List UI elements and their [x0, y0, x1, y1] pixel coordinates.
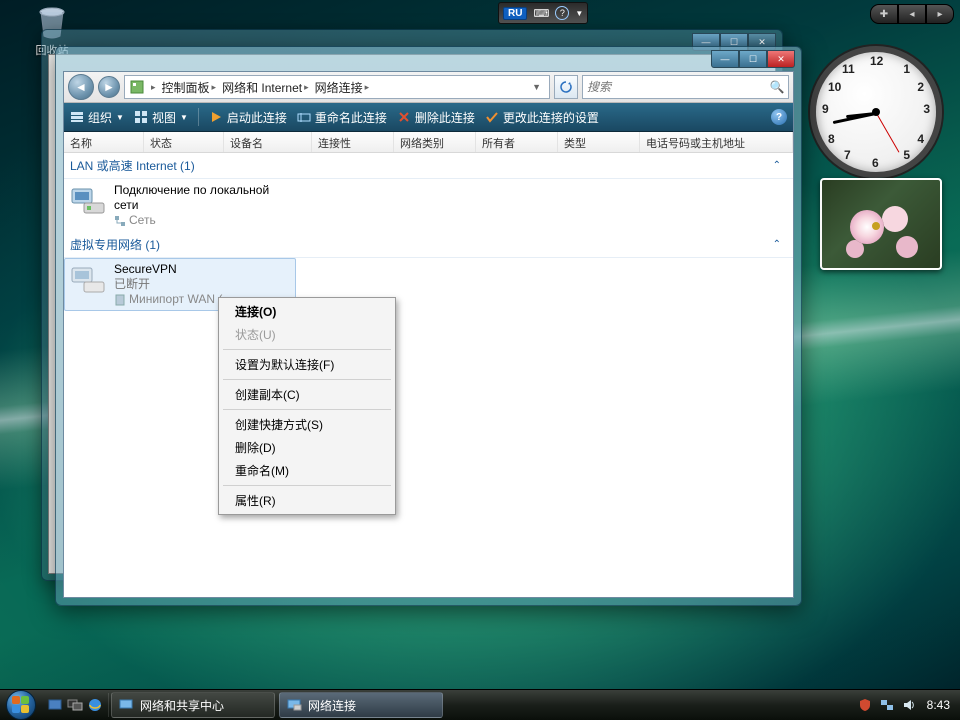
- tray-volume-icon[interactable]: [901, 697, 917, 713]
- column-connectivity[interactable]: 连接性: [312, 132, 394, 152]
- menu-properties[interactable]: 属性(R): [221, 489, 393, 512]
- delete-icon: [397, 110, 411, 124]
- column-owner[interactable]: 所有者: [476, 132, 558, 152]
- start-orb-icon: [6, 690, 36, 720]
- breadcrumb-seg[interactable]: 网络连接▸: [315, 79, 370, 96]
- network-center-icon: [118, 697, 134, 713]
- column-device[interactable]: 设备名: [224, 132, 312, 152]
- taskbar-item-sharing-center[interactable]: 网络和共享中心: [111, 692, 275, 718]
- search-box[interactable]: 🔍: [582, 75, 789, 99]
- menu-delete[interactable]: 删除(D): [221, 436, 393, 459]
- breadcrumb-bar[interactable]: ▸ 控制面板▸ 网络和 Internet▸ 网络连接▸ ▼: [124, 75, 550, 99]
- refresh-icon: [559, 80, 573, 94]
- tray-clock[interactable]: 8:43: [923, 698, 954, 712]
- menu-create-copy[interactable]: 创建副本(C): [221, 383, 393, 406]
- views-menu[interactable]: 视图▼: [134, 109, 188, 126]
- menu-create-shortcut[interactable]: 创建快捷方式(S): [221, 413, 393, 436]
- menu-status: 状态(U): [221, 323, 393, 346]
- breadcrumb-seg[interactable]: 网络和 Internet▸: [222, 79, 309, 96]
- show-desktop-button[interactable]: [46, 696, 64, 714]
- start-connection-button[interactable]: 启动此连接: [209, 109, 287, 126]
- delete-connection-button[interactable]: 删除此连接: [397, 109, 475, 126]
- language-code[interactable]: RU: [503, 7, 527, 20]
- rename-connection-button[interactable]: 重命名此连接: [297, 109, 387, 126]
- column-headers[interactable]: 名称 状态 设备名 连接性 网络类别 所有者 类型 电话号码或主机地址: [64, 132, 793, 153]
- connection-settings-button[interactable]: 更改此连接的设置: [485, 109, 599, 126]
- context-menu: 连接(O) 状态(U) 设置为默认连接(F) 创建副本(C) 创建快捷方式(S)…: [218, 297, 396, 515]
- search-icon[interactable]: 🔍: [766, 80, 788, 94]
- address-bar-row: ◄ ► ▸ 控制面板▸ 网络和 Internet▸ 网络连接▸ ▼ 🔍: [64, 72, 793, 103]
- ie-button[interactable]: [86, 696, 104, 714]
- group-header-lan[interactable]: LAN 或高速 Internet (1)⌃: [64, 153, 793, 179]
- keyboard-icon[interactable]: ⌨: [533, 7, 549, 20]
- search-input[interactable]: [583, 80, 766, 94]
- desktop: 回收站 RU ⌨ ? ▼ ✚ ◂ ▸ 12 3 6 9 1 2 4 5 7 8 …: [0, 0, 960, 720]
- close-button[interactable]: ✕: [767, 50, 795, 68]
- breadcrumb-seg[interactable]: 控制面板▸: [162, 79, 217, 96]
- collapse-icon[interactable]: ⌃: [773, 239, 787, 250]
- quick-launch: [42, 693, 109, 717]
- organize-menu[interactable]: 组织▼: [70, 109, 124, 126]
- help-icon[interactable]: ?: [555, 6, 569, 20]
- network-icon: [114, 215, 126, 227]
- check-icon: [485, 110, 499, 124]
- back-button[interactable]: ◄: [68, 74, 94, 100]
- play-icon: [209, 110, 223, 124]
- refresh-button[interactable]: [554, 75, 578, 99]
- help-button[interactable]: ?: [771, 109, 787, 125]
- menu-connect[interactable]: 连接(O): [221, 300, 393, 323]
- content-area[interactable]: LAN 或高速 Internet (1)⌃ Подключение по лок…: [64, 153, 793, 597]
- column-status[interactable]: 状态: [144, 132, 224, 152]
- column-category[interactable]: 网络类别: [394, 132, 476, 152]
- add-gadget-button[interactable]: ✚: [870, 4, 898, 24]
- views-icon: [134, 110, 148, 124]
- prev-button[interactable]: ◂: [898, 4, 926, 24]
- dropdown-icon[interactable]: ▼: [575, 9, 583, 18]
- breadcrumb-dropdown[interactable]: ▼: [528, 82, 545, 92]
- connection-item-lan[interactable]: Подключение по локальной сети Сеть: [64, 179, 296, 232]
- tray-network-icon[interactable]: [879, 697, 895, 713]
- second-hand: [876, 112, 900, 152]
- start-button[interactable]: [0, 690, 42, 720]
- minimize-button[interactable]: —: [711, 50, 739, 68]
- language-bar[interactable]: RU ⌨ ? ▼: [498, 2, 588, 24]
- switch-windows-button[interactable]: [66, 696, 84, 714]
- organize-icon: [70, 110, 84, 124]
- slideshow-gadget[interactable]: [820, 178, 942, 270]
- maximize-button[interactable]: ☐: [739, 50, 767, 68]
- command-bar: 组织▼ 视图▼ 启动此连接 重命名此连接 删除此连接: [64, 103, 793, 132]
- vpn-icon: [70, 262, 106, 298]
- column-type[interactable]: 类型: [558, 132, 640, 152]
- collapse-icon[interactable]: ⌃: [773, 160, 787, 171]
- rename-icon: [297, 110, 311, 124]
- column-phone[interactable]: 电话号码或主机地址: [640, 132, 793, 152]
- tray-security-icon[interactable]: [857, 697, 873, 713]
- device-icon: [114, 294, 126, 306]
- column-name[interactable]: 名称: [64, 132, 144, 152]
- system-tray: 8:43: [851, 697, 960, 713]
- menu-rename[interactable]: 重命名(M): [221, 459, 393, 482]
- forward-button[interactable]: ►: [98, 76, 120, 98]
- group-header-vpn[interactable]: 虚拟专用网络 (1)⌃: [64, 232, 793, 258]
- menu-set-default[interactable]: 设置为默认连接(F): [221, 353, 393, 376]
- clock-gadget[interactable]: 12 3 6 9 1 2 4 5 7 8 10 11: [810, 46, 942, 178]
- taskbar: 网络和共享中心 网络连接 8:43: [0, 689, 960, 720]
- taskbar-item-network-connections[interactable]: 网络连接: [279, 692, 443, 718]
- sidebar-controls: ✚ ◂ ▸: [870, 4, 954, 24]
- network-connections-window: — ☐ ✕ ◄ ► ▸ 控制面板▸ 网络和 Internet▸ 网络连接▸ ▼: [55, 46, 802, 606]
- network-folder-icon: [286, 697, 302, 713]
- control-panel-icon: [129, 79, 145, 95]
- lan-icon: [70, 183, 106, 219]
- next-button[interactable]: ▸: [926, 4, 954, 24]
